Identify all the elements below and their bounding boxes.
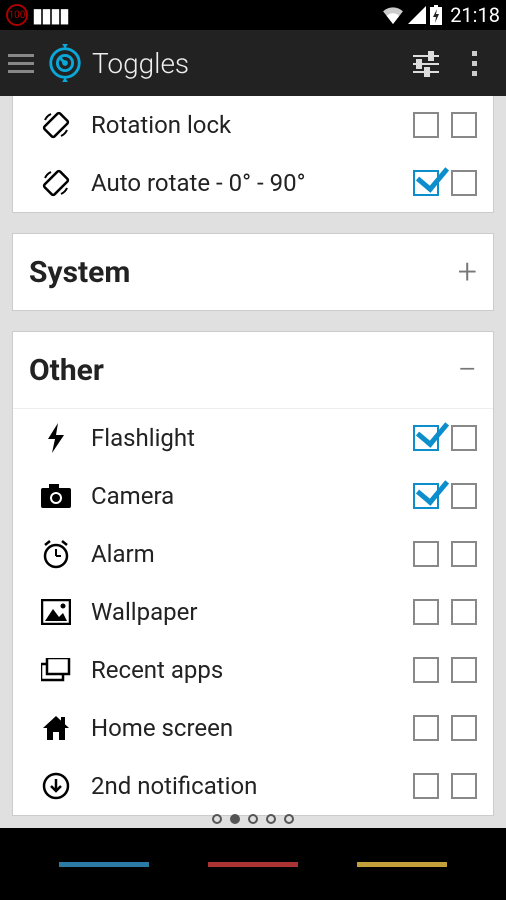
checkbox-enable[interactable] (413, 657, 439, 683)
rotation-icon (37, 168, 75, 198)
nav-home-button[interactable] (208, 862, 298, 867)
checkbox-enable[interactable] (413, 425, 439, 451)
other-card: Other − Flashlight Camera Alarm Wallpaper Re… (12, 331, 494, 816)
item-label: Auto rotate - 0° - 90° (91, 169, 401, 197)
settings-sliders-icon[interactable] (402, 39, 450, 87)
pager-dot[interactable] (266, 814, 276, 824)
item-label: Wallpaper (91, 598, 401, 626)
barcode-icon: ▮▮▮▮ (32, 3, 68, 27)
list-item[interactable]: Auto rotate - 0° - 90° (13, 154, 493, 212)
checkbox-secondary[interactable] (451, 657, 477, 683)
home-icon (37, 713, 75, 743)
list-item[interactable]: Wallpaper (13, 583, 493, 641)
signal-icon (408, 6, 426, 24)
nav-bar (0, 828, 506, 900)
section-title: System (29, 255, 130, 290)
checkbox-secondary[interactable] (451, 112, 477, 138)
list-item[interactable]: Home screen (13, 699, 493, 757)
wallpaper-icon (37, 597, 75, 627)
camera-icon (37, 481, 75, 511)
menu-icon[interactable] (8, 54, 34, 73)
checkbox-enable[interactable] (413, 773, 439, 799)
item-label: Camera (91, 482, 401, 510)
checkbox-enable[interactable] (413, 483, 439, 509)
battery-icon (430, 5, 442, 25)
collapse-icon: − (458, 350, 477, 390)
checkbox-secondary[interactable] (451, 715, 477, 741)
pager-dot[interactable] (284, 814, 294, 824)
section-header-other[interactable]: Other − (13, 332, 493, 409)
nav-recent-button[interactable] (357, 862, 447, 867)
battery-badge-icon: 100 (6, 4, 28, 26)
wifi-icon (382, 6, 404, 24)
checkbox-secondary[interactable] (451, 483, 477, 509)
checkbox-enable[interactable] (413, 599, 439, 625)
overflow-menu-icon[interactable] (450, 39, 498, 87)
checkbox-secondary[interactable] (451, 170, 477, 196)
item-label: Home screen (91, 714, 401, 742)
checkbox-enable[interactable] (413, 715, 439, 741)
list-item[interactable]: Camera (13, 467, 493, 525)
pager-dot[interactable] (230, 814, 240, 824)
flash-icon (37, 423, 75, 453)
alarm-icon (37, 539, 75, 569)
checkbox-secondary[interactable] (451, 425, 477, 451)
item-label: Recent apps (91, 656, 401, 684)
item-label: 2nd notification (91, 772, 401, 800)
page-indicator (0, 814, 506, 824)
nav-back-button[interactable] (59, 862, 149, 867)
checkbox-enable[interactable] (413, 112, 439, 138)
item-label: Rotation lock (91, 111, 401, 139)
list-item[interactable]: Recent apps (13, 641, 493, 699)
checkbox-enable[interactable] (413, 170, 439, 196)
pager-dot[interactable] (212, 814, 222, 824)
content-area: Rotation lock Auto rotate - 0° - 90° Syst… (0, 96, 506, 828)
page-title: Toggles (92, 47, 189, 80)
notif-icon (37, 771, 75, 801)
recent-icon (37, 655, 75, 685)
checkbox-secondary[interactable] (451, 773, 477, 799)
list-item[interactable]: Alarm (13, 525, 493, 583)
status-time: 21:18 (450, 3, 500, 27)
item-label: Alarm (91, 540, 401, 568)
system-card: System + (12, 233, 494, 311)
app-icon[interactable] (46, 44, 84, 82)
rotation-icon (37, 110, 75, 140)
list-item[interactable]: Rotation lock (13, 96, 493, 154)
top-card: Rotation lock Auto rotate - 0° - 90° (12, 96, 494, 213)
checkbox-secondary[interactable] (451, 541, 477, 567)
list-item[interactable]: Flashlight (13, 409, 493, 467)
pager-dot[interactable] (248, 814, 258, 824)
checkbox-secondary[interactable] (451, 599, 477, 625)
list-item[interactable]: 2nd notification (13, 757, 493, 815)
section-header-system[interactable]: System + (13, 234, 493, 310)
status-bar: 100 ▮▮▮▮ 21:18 (0, 0, 506, 30)
section-title: Other (29, 353, 104, 388)
expand-icon: + (458, 252, 477, 292)
action-bar: Toggles (0, 30, 506, 96)
item-label: Flashlight (91, 424, 401, 452)
checkbox-enable[interactable] (413, 541, 439, 567)
